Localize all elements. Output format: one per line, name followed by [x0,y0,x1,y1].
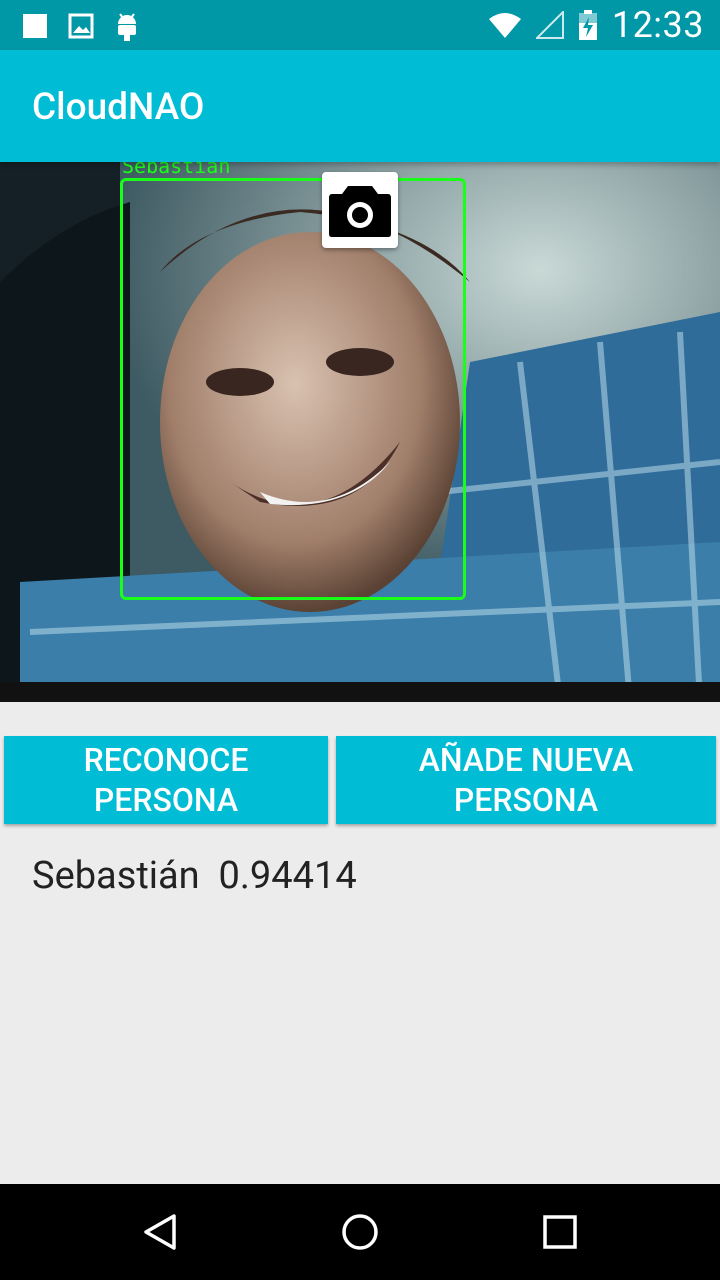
app-title: CloudNAO [32,86,205,129]
add-new-person-button[interactable]: AÑADE NUEVA PERSONA [336,736,716,824]
home-icon[interactable] [340,1212,380,1252]
wifi-icon [488,13,521,38]
capture-button[interactable] [322,172,398,248]
recognition-result: Sebastián 0.94414 [32,854,357,898]
image-notification-icon [68,13,94,39]
result-score: 0.94414 [218,854,357,898]
signal-icon [535,11,564,39]
add-button-line1: AÑADE NUEVA [418,741,634,779]
recents-icon[interactable] [542,1214,578,1250]
square-notification-icon [23,14,47,38]
recognize-button-line1: RECONOCE [83,741,249,779]
add-button-line2: PERSONA [453,781,599,819]
recognize-button-line2: PERSONA [93,781,239,819]
navigation-bar [0,1184,720,1280]
android-icon [118,13,136,41]
back-icon[interactable] [140,1212,180,1252]
detected-face-label: Sebastian [122,162,231,178]
system-icons: 12:33 [488,4,704,46]
notification-icons [22,10,140,42]
face-detection-box [120,178,466,600]
recognize-person-button[interactable]: RECONOCE PERSONA [4,736,328,824]
status-bar: 12:33 [0,0,720,50]
camera-preview[interactable]: Sebastian [0,162,720,702]
app-bar: CloudNAO [0,50,720,162]
clock: 12:33 [611,4,704,46]
camera-icon [329,186,391,237]
battery-charging-icon [578,10,597,40]
result-name: Sebastián [32,854,200,898]
